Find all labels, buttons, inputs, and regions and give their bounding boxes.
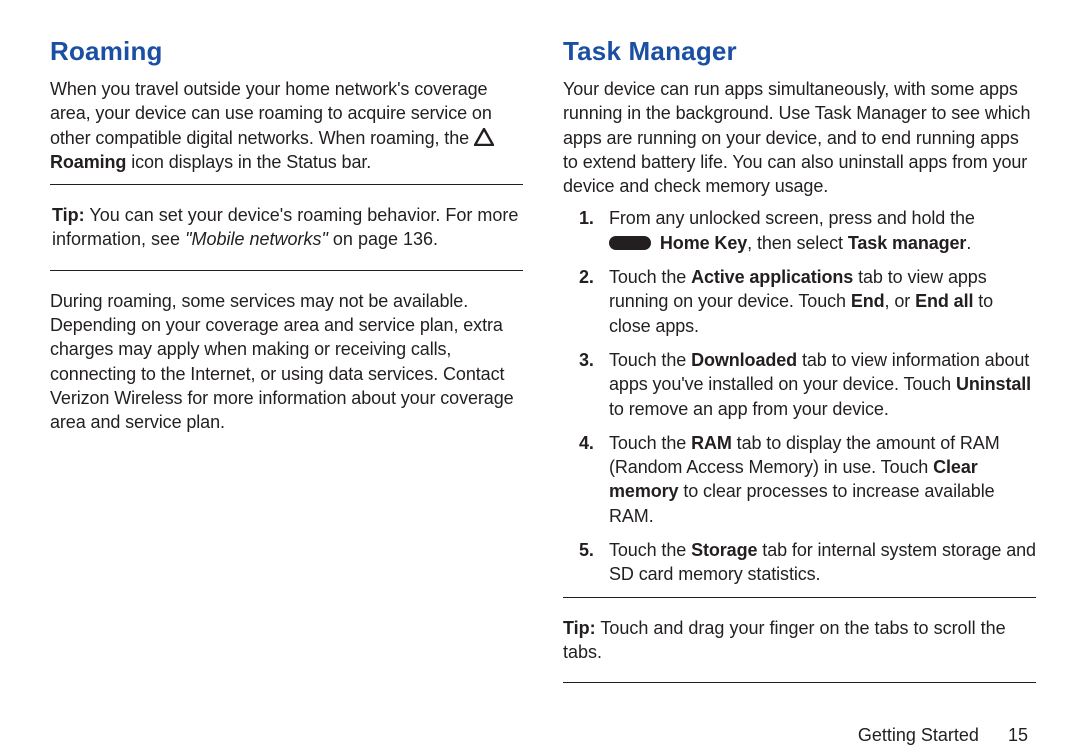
step3-un: Uninstall xyxy=(956,374,1031,394)
step2-endall: End all xyxy=(915,291,973,311)
left-column: Roaming When you travel outside your hom… xyxy=(50,36,523,695)
step3-a: Touch the xyxy=(609,350,691,370)
divider xyxy=(50,184,523,185)
home-key-icon xyxy=(609,236,651,250)
step-3: Touch the Downloaded tab to view informa… xyxy=(609,348,1036,421)
right-column: Task Manager Your device can run apps si… xyxy=(563,36,1036,695)
tip-label: Tip: xyxy=(52,205,85,225)
step5-storage: Storage xyxy=(691,540,757,560)
page-footer: Getting Started 15 xyxy=(50,695,1036,746)
step4-a: Touch the xyxy=(609,433,691,453)
step1-c: . xyxy=(966,233,971,253)
step4-ram: RAM xyxy=(691,433,732,453)
step1-a: From any unlocked screen, press and hold… xyxy=(609,208,975,228)
step1-tm: Task manager xyxy=(848,233,967,253)
divider xyxy=(50,270,523,271)
tip-text-c: on page 136. xyxy=(328,229,438,249)
divider xyxy=(563,597,1036,598)
footer-section: Getting Started xyxy=(858,725,979,745)
manual-page: Roaming When you travel outside your hom… xyxy=(0,0,1080,720)
step1-b: , then select xyxy=(747,233,848,253)
step-4: Touch the RAM tab to display the amount … xyxy=(609,431,1036,528)
task-manager-steps: From any unlocked screen, press and hold… xyxy=(563,206,1036,586)
step3-c: to remove an app from your device. xyxy=(609,399,889,419)
task-manager-tip: Tip: Touch and drag your finger on the t… xyxy=(563,616,1036,665)
roaming-heading: Roaming xyxy=(50,36,523,67)
step1-home: Home Key xyxy=(660,233,747,253)
step2-end: End xyxy=(851,291,885,311)
task-manager-heading: Task Manager xyxy=(563,36,1036,67)
roaming-triangle-icon xyxy=(474,128,494,146)
step3-dl: Downloaded xyxy=(691,350,797,370)
tip-text: Touch and drag your finger on the tabs t… xyxy=(563,618,1006,662)
step2-c: , or xyxy=(885,291,916,311)
roaming-intro-bold: Roaming xyxy=(50,152,126,172)
roaming-tip: Tip: You can set your device's roaming b… xyxy=(50,203,523,252)
roaming-intro-text-c: icon displays in the Status bar. xyxy=(126,152,371,172)
step-2: Touch the Active applications tab to vie… xyxy=(609,265,1036,338)
step5-a: Touch the xyxy=(609,540,691,560)
step-1: From any unlocked screen, press and hold… xyxy=(609,206,1036,255)
task-manager-intro: Your device can run apps simultaneously,… xyxy=(563,77,1036,198)
two-column-layout: Roaming When you travel outside your hom… xyxy=(50,36,1036,695)
footer-page-number: 15 xyxy=(1008,725,1028,746)
roaming-intro-text-a: When you travel outside your home networ… xyxy=(50,79,492,148)
tip-label: Tip: xyxy=(563,618,596,638)
step2-active: Active applications xyxy=(691,267,853,287)
tip-link-text: "Mobile networks" xyxy=(185,229,328,249)
step-5: Touch the Storage tab for internal syste… xyxy=(609,538,1036,587)
roaming-intro: When you travel outside your home networ… xyxy=(50,77,523,174)
roaming-details: During roaming, some services may not be… xyxy=(50,289,523,435)
divider xyxy=(563,682,1036,683)
step2-a: Touch the xyxy=(609,267,691,287)
